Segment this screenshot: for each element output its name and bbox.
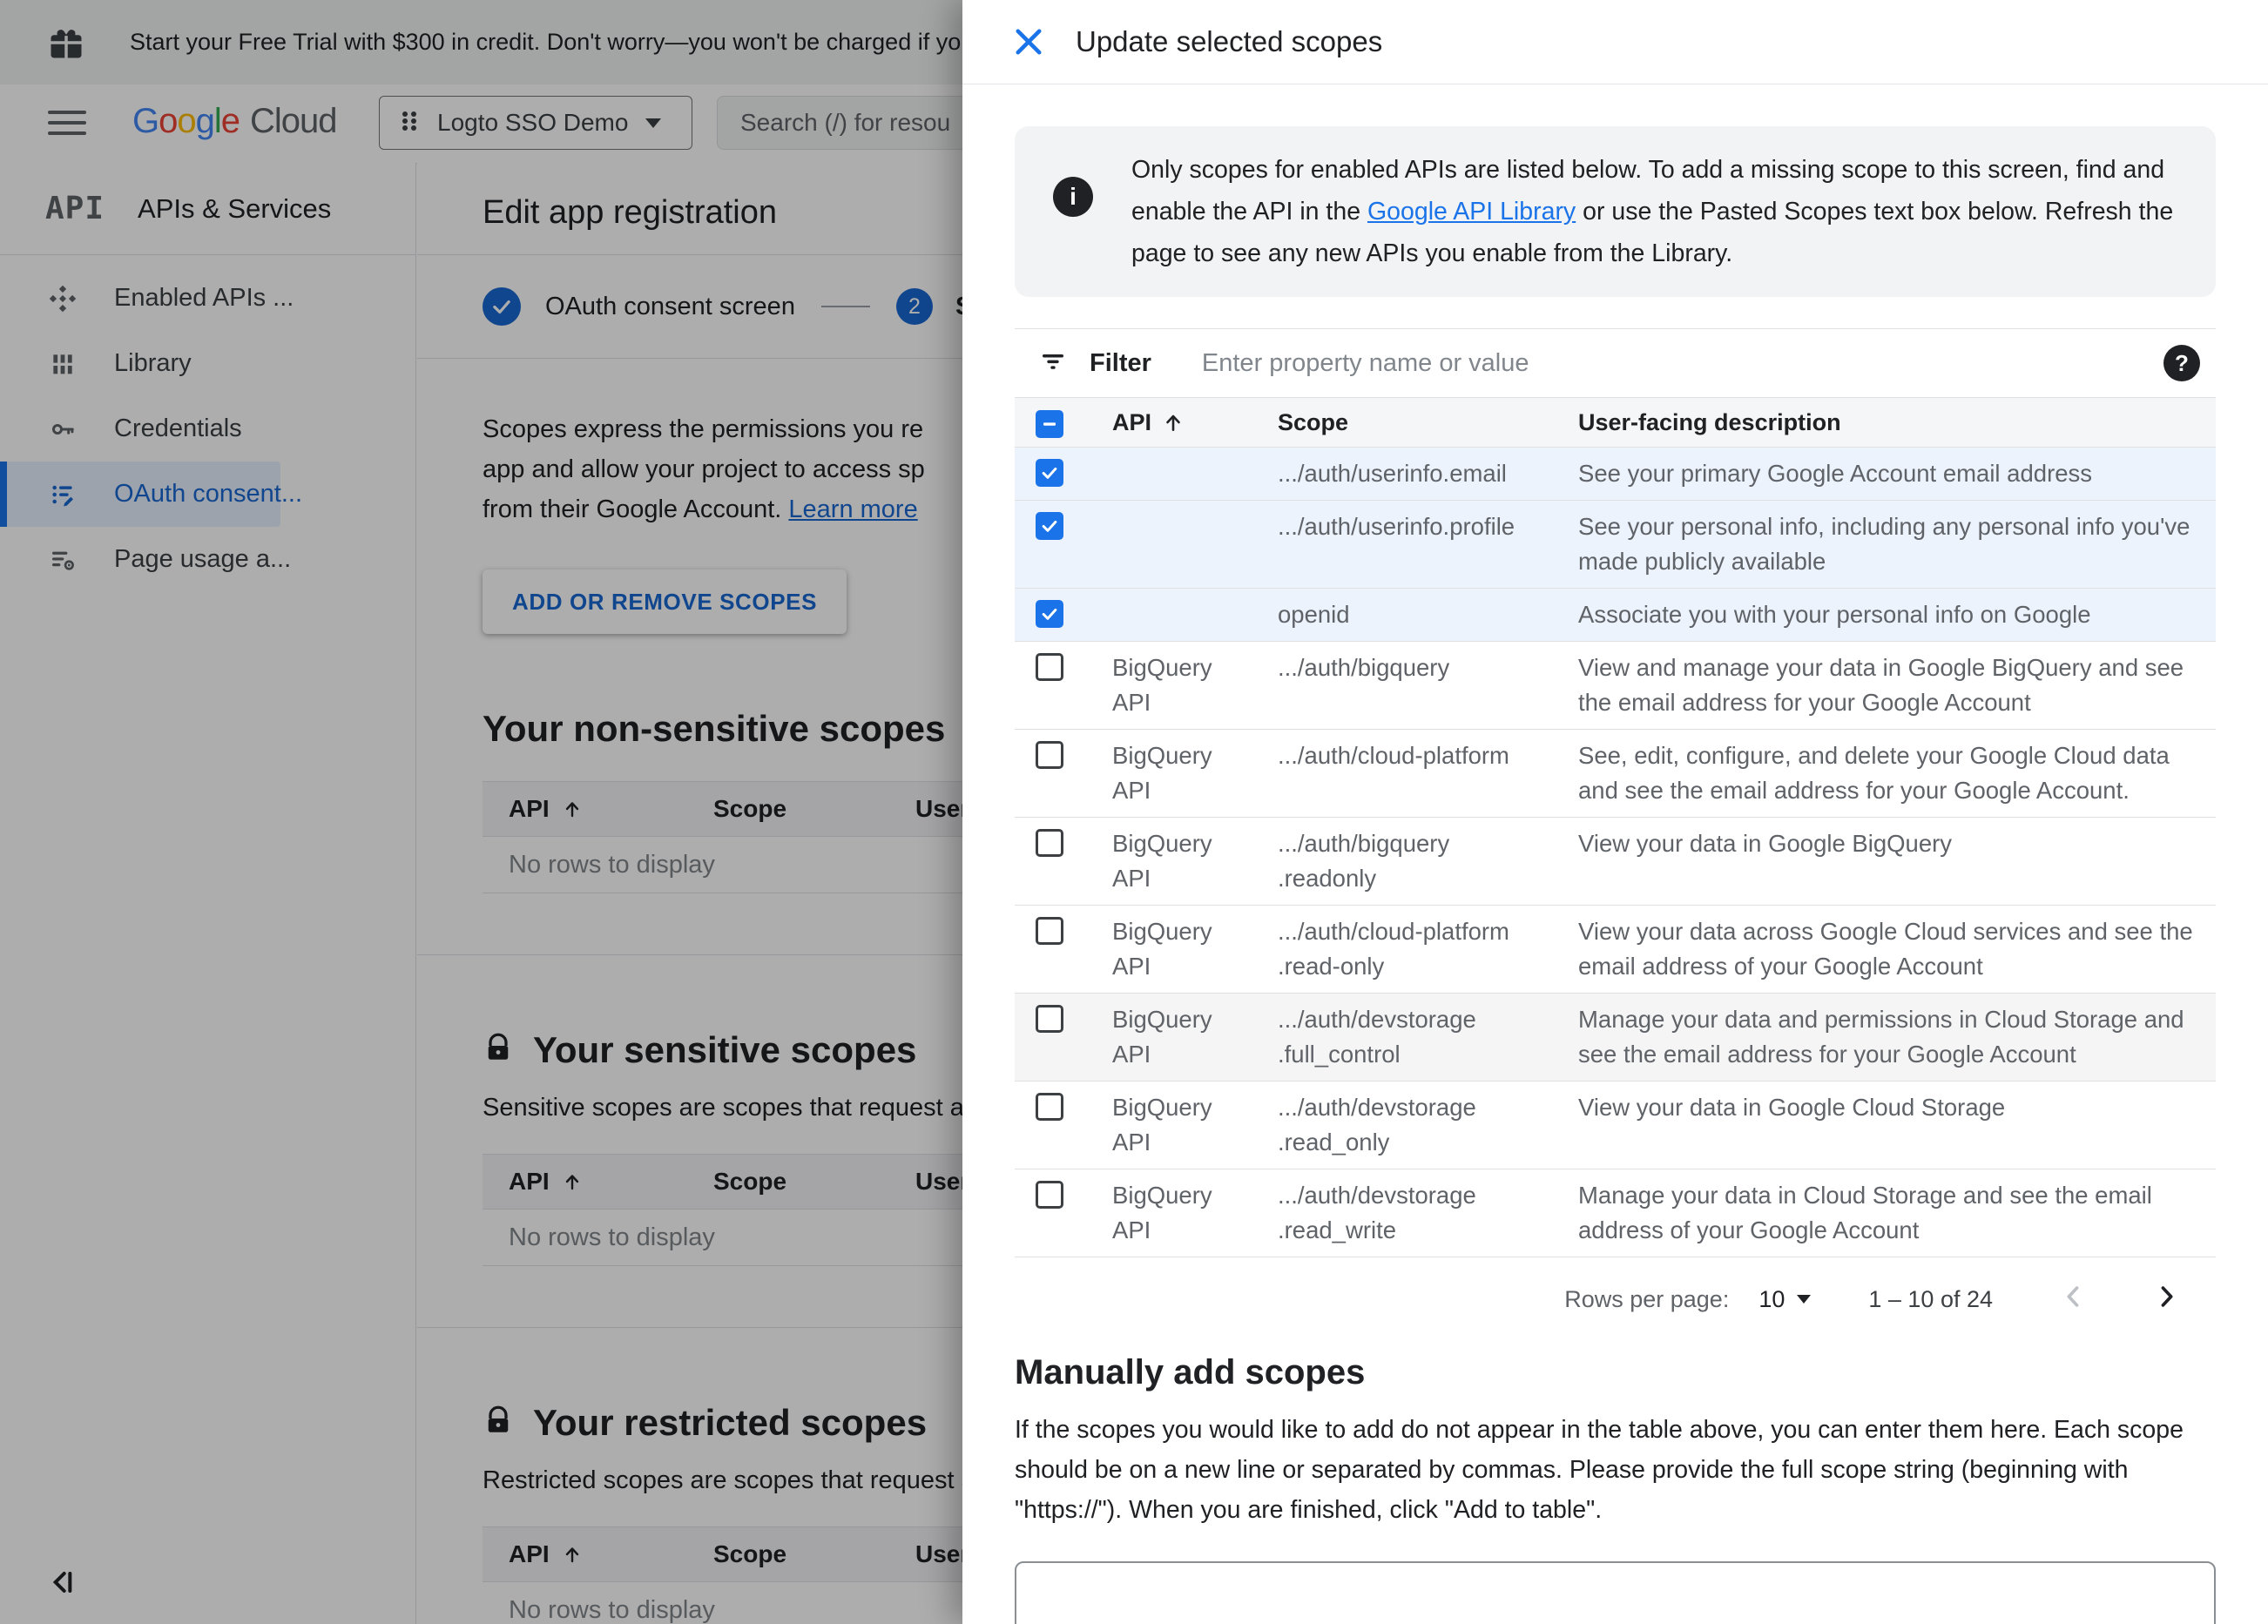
scope-row[interactable]: openid Associate you with your personal i… bbox=[1015, 589, 2216, 642]
checkbox-checked[interactable] bbox=[1036, 459, 1063, 487]
next-page-icon[interactable] bbox=[2151, 1282, 2181, 1317]
description-cell: View your data across Google Cloud servi… bbox=[1578, 918, 2193, 980]
api-cell: BigQuery API bbox=[1112, 1006, 1212, 1068]
select-all-checkbox[interactable] bbox=[1036, 409, 1063, 438]
scope-row[interactable]: BigQuery API .../auth/devstorage .full_con… bbox=[1015, 994, 2216, 1082]
google-api-library-link[interactable]: Google API Library bbox=[1367, 198, 1576, 226]
api-cell: BigQuery API bbox=[1112, 1094, 1212, 1156]
scope-row[interactable]: .../auth/userinfo.profile See your person… bbox=[1015, 501, 2216, 589]
api-cell: BigQuery API bbox=[1112, 830, 1212, 892]
scope-cell: .../auth/bigquery bbox=[1278, 654, 1450, 681]
checkbox-unchecked[interactable] bbox=[1036, 1181, 1063, 1209]
scope-row[interactable]: BigQuery API .../auth/bigquery View and ma… bbox=[1015, 642, 2216, 730]
scope-cell: .../auth/bigquery .readonly bbox=[1278, 830, 1450, 892]
checkbox-unchecked[interactable] bbox=[1036, 1005, 1063, 1033]
pagination-range: 1 – 10 of 24 bbox=[1868, 1285, 1993, 1312]
description-cell: Associate you with your personal info on… bbox=[1578, 601, 2091, 628]
scope-cell: .../auth/cloud-platform bbox=[1278, 742, 1509, 769]
column-description[interactable]: User-facing description bbox=[1578, 409, 2216, 436]
filter-input[interactable] bbox=[1199, 347, 2163, 379]
sort-ascending-icon bbox=[1166, 414, 1180, 431]
rows-per-page-select[interactable]: 10 bbox=[1758, 1286, 1812, 1313]
checkbox-unchecked[interactable] bbox=[1036, 1093, 1063, 1121]
info-banner: i Only scopes for enabled APIs are liste… bbox=[1015, 126, 2216, 297]
checkbox-unchecked[interactable] bbox=[1036, 741, 1063, 769]
api-cell: BigQuery API bbox=[1112, 654, 1212, 716]
rows-per-page-label: Rows per page: bbox=[1564, 1285, 1730, 1312]
chevron-down-icon bbox=[1797, 1295, 1812, 1304]
pagination: Rows per page: 10 1 – 10 of 24 bbox=[1015, 1257, 2216, 1341]
checkbox-checked[interactable] bbox=[1036, 512, 1063, 540]
checkbox-checked[interactable] bbox=[1036, 600, 1063, 628]
scope-cell: .../auth/devstorage .read_only bbox=[1278, 1094, 1476, 1156]
column-scope[interactable]: Scope bbox=[1278, 409, 1578, 436]
manual-scopes-textarea[interactable] bbox=[1015, 1561, 2216, 1624]
api-cell: BigQuery API bbox=[1112, 918, 1212, 980]
description-cell: View and manage your data in Google BigQ… bbox=[1578, 654, 2184, 716]
info-icon: i bbox=[1053, 177, 1093, 217]
scope-row[interactable]: BigQuery API .../auth/devstorage .read_wri… bbox=[1015, 1169, 2216, 1257]
scope-cell: .../auth/devstorage .read_write bbox=[1278, 1182, 1476, 1243]
scope-cell: openid bbox=[1278, 601, 1350, 628]
column-api[interactable]: API bbox=[1112, 409, 1151, 436]
description-cell: See your personal info, including any pe… bbox=[1578, 513, 2190, 575]
panel-title: Update selected scopes bbox=[1076, 25, 1383, 57]
scopes-table-header: API Scope User-facing description bbox=[1015, 398, 2216, 448]
update-scopes-panel: Update selected scopes i Only scopes for… bbox=[962, 0, 2268, 1624]
description-cell: View your data in Google Cloud Storage bbox=[1578, 1094, 2006, 1121]
description-cell: Manage your data and permissions in Clou… bbox=[1578, 1006, 2184, 1068]
api-cell bbox=[1112, 597, 1278, 632]
api-cell: BigQuery API bbox=[1112, 1182, 1212, 1243]
description-cell: View your data in Google BigQuery bbox=[1578, 830, 1953, 857]
api-cell: BigQuery API bbox=[1112, 742, 1212, 804]
api-cell bbox=[1112, 509, 1278, 579]
scope-cell: .../auth/userinfo.profile bbox=[1278, 513, 1515, 540]
scopes-table: API Scope User-facing description .../au… bbox=[1015, 397, 2216, 1257]
scope-cell: .../auth/userinfo.email bbox=[1278, 460, 1507, 487]
previous-page-icon[interactable] bbox=[2059, 1282, 2089, 1317]
checkbox-unchecked[interactable] bbox=[1036, 917, 1063, 945]
filter-icon bbox=[1039, 347, 1067, 380]
scope-row[interactable]: BigQuery API .../auth/bigquery .readonly Vi… bbox=[1015, 818, 2216, 906]
manually-add-scopes-help: If the scopes you would like to add do n… bbox=[1015, 1416, 2184, 1524]
scope-row[interactable]: BigQuery API .../auth/devstorage .read_onl… bbox=[1015, 1082, 2216, 1169]
api-cell bbox=[1112, 456, 1278, 491]
filter-label: Filter bbox=[1090, 348, 1151, 377]
description-cell: See your primary Google Account email ad… bbox=[1578, 460, 2093, 487]
help-icon[interactable]: ? bbox=[2163, 345, 2200, 381]
info-text: Only scopes for enabled APIs are listed … bbox=[1131, 156, 2174, 267]
scope-row[interactable]: BigQuery API .../auth/cloud-platform See, … bbox=[1015, 730, 2216, 818]
filter-bar: Filter ? bbox=[1015, 329, 2216, 397]
description-cell: Manage your data in Cloud Storage and se… bbox=[1578, 1182, 2152, 1243]
close-icon[interactable] bbox=[1010, 24, 1047, 60]
description-cell: See, edit, configure, and delete your Go… bbox=[1578, 742, 2170, 804]
scope-cell: .../auth/cloud-platform .read-only bbox=[1278, 918, 1509, 980]
panel-header: Update selected scopes bbox=[962, 0, 2268, 84]
scope-row[interactable]: BigQuery API .../auth/cloud-platform .read… bbox=[1015, 906, 2216, 994]
manually-add-scopes-title: Manually add scopes bbox=[1015, 1353, 1366, 1392]
checkbox-unchecked[interactable] bbox=[1036, 829, 1063, 857]
scope-cell: .../auth/devstorage .full_control bbox=[1278, 1006, 1476, 1068]
scope-row[interactable]: .../auth/userinfo.email See your primary … bbox=[1015, 448, 2216, 501]
checkbox-unchecked[interactable] bbox=[1036, 653, 1063, 681]
